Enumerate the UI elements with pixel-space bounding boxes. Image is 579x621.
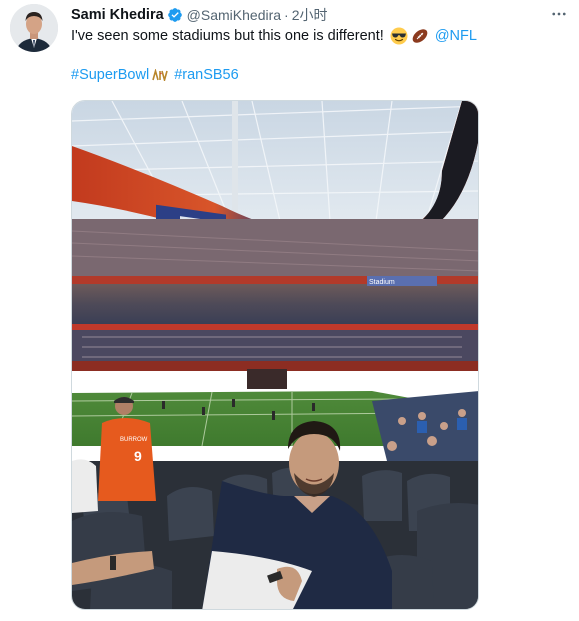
avatar-image bbox=[10, 4, 58, 52]
timestamp[interactable]: 2小时 bbox=[292, 5, 328, 25]
avatar[interactable] bbox=[10, 4, 58, 52]
tweet-card: Sami Khedira @SamiKhedira · 2小时 I've see… bbox=[0, 0, 579, 621]
separator-dot: · bbox=[284, 7, 289, 23]
superbowl-logo-icon bbox=[152, 68, 170, 83]
hashtag-ransb56[interactable]: #ranSB56 bbox=[174, 67, 239, 83]
tweet-header: Sami Khedira @SamiKhedira · 2小时 bbox=[71, 5, 539, 25]
stadium-photo: Stadium BURROW 9 bbox=[72, 101, 478, 609]
stadium-ribbon-text: Stadium bbox=[369, 279, 395, 286]
jersey-number: 9 bbox=[134, 448, 142, 464]
hashtag-line: #SuperBowl #ranSB56 bbox=[71, 67, 239, 83]
jersey-name: BURROW bbox=[120, 437, 148, 443]
mention-link[interactable]: @NFL bbox=[435, 28, 477, 44]
american-football-icon bbox=[411, 27, 429, 45]
user-handle[interactable]: @SamiKhedira bbox=[187, 7, 281, 23]
more-options-icon[interactable] bbox=[547, 3, 571, 25]
tweet-photo[interactable]: Stadium BURROW 9 bbox=[71, 100, 479, 610]
tweet-text: I've seen some stadiums but this one is … bbox=[71, 27, 477, 45]
verified-badge-icon bbox=[167, 7, 183, 23]
hashtag-superbowl[interactable]: #SuperBowl bbox=[71, 67, 149, 83]
display-name[interactable]: Sami Khedira bbox=[71, 7, 164, 23]
tweet-text-body: I've seen some stadiums but this one is … bbox=[71, 28, 384, 44]
smiling-face-with-sunglasses-icon bbox=[390, 27, 408, 45]
